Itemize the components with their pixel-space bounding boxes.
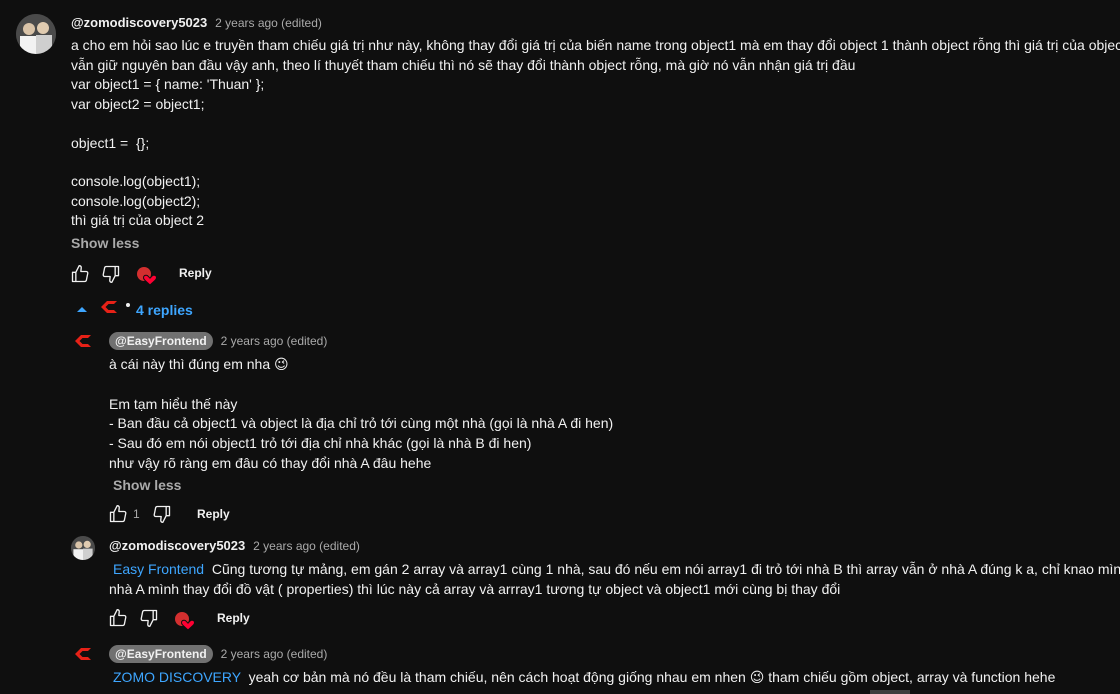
easyfrontend-avatar-icon[interactable] (72, 646, 94, 662)
comment-text-line: var object1 = { name: 'Thuan' }; (71, 76, 265, 92)
reply-author-badge[interactable]: @EasyFrontend (109, 332, 213, 350)
reply-text-line: ZOMO DISCOVERY yeah cơ bản mà nó đều là … (109, 668, 1055, 688)
reply-timestamp[interactable]: 2 years ago (edited) (221, 334, 328, 348)
chevron-up-icon[interactable] (76, 305, 88, 313)
thumbs-down-icon[interactable] (101, 264, 121, 284)
reply-text-line: như vậy rõ ràng em đâu có thay đổi nhà A… (109, 455, 432, 471)
reply-text: yeah cơ bản mà nó đều là tham chiếu, nên… (248, 669, 1056, 685)
thumbs-down-icon[interactable] (152, 504, 172, 524)
creator-heart-icon[interactable] (136, 266, 158, 286)
comment-author[interactable]: @zomodiscovery5023 (71, 15, 207, 30)
comment-header: @zomodiscovery5023 2 years ago (edited) (71, 14, 322, 30)
reply-text: Cũng tương tự mảng, em gán 2 array và ar… (211, 561, 1120, 577)
creator-heart-icon[interactable] (174, 611, 196, 631)
reply-author[interactable]: @zomodiscovery5023 (109, 538, 245, 553)
reply-header: @EasyFrontend 2 years ago (edited) (109, 332, 327, 350)
comment-text-line: vẫn giữ nguyên ban đầu vậy anh, theo lí … (71, 56, 856, 73)
replies-dot (126, 303, 130, 307)
reply-header: @EasyFrontend 2 years ago (edited) (109, 645, 327, 663)
reply-text-line: nhà A mình thay đổi đồ vật ( properties)… (109, 581, 841, 597)
comment-text-line: object1 = {}; (71, 134, 150, 151)
mention-link[interactable]: Easy Frontend (113, 561, 204, 577)
easyfrontend-logo-icon (101, 301, 117, 313)
avatar[interactable] (71, 536, 95, 560)
thumbs-up-icon[interactable] (108, 608, 128, 628)
comment-timestamp[interactable]: 2 years ago (edited) (215, 16, 322, 30)
thumbs-down-icon[interactable] (139, 608, 159, 628)
reply-text-line: - Sau đó em nói object1 trỏ tới địa chỉ … (109, 435, 532, 451)
thumbs-up-icon[interactable] (70, 264, 90, 284)
comment-text-line: var object2 = object1; (71, 95, 205, 112)
thumbs-up-icon[interactable] (108, 504, 128, 524)
reply-timestamp[interactable]: 2 years ago (edited) (221, 647, 328, 661)
show-less-button[interactable]: Show less (113, 477, 181, 493)
reply-timestamp[interactable]: 2 years ago (edited) (253, 539, 360, 553)
mention-link[interactable]: ZOMO DISCOVERY (113, 669, 241, 685)
replies-toggle-button[interactable]: 4 replies (136, 302, 193, 318)
reply-text-line: - Ban đầu cả object1 và object là địa ch… (109, 415, 614, 431)
like-count: 1 (133, 507, 140, 521)
reply-author-badge[interactable]: @EasyFrontend (109, 645, 213, 663)
reply-header: @zomodiscovery5023 2 years ago (edited) (109, 537, 360, 553)
avatar[interactable] (16, 14, 56, 54)
comment-text-line: console.log(object1); (71, 173, 201, 189)
reply-button[interactable]: Reply (217, 611, 250, 625)
reply-button[interactable]: Reply (179, 266, 212, 280)
reply-text-line: à cái này thì đúng em nha 😉 (109, 356, 289, 372)
comment-text-line: thì giá trị của object 2 (71, 212, 205, 228)
reply-button[interactable]: Reply (197, 507, 230, 521)
reply-text-line: Easy Frontend Cũng tương tự mảng, em gán… (109, 560, 1120, 580)
scroll-indicator (870, 690, 910, 694)
comment-text-line: a cho em hỏi sao lúc e truyền tham chiếu… (71, 37, 1120, 53)
comment-text-line: console.log(object2); (71, 192, 201, 209)
user-avatar-image (16, 14, 56, 54)
easyfrontend-avatar-icon[interactable] (72, 333, 94, 349)
reply-text-line: Em tạm hiểu thế này (109, 396, 238, 412)
show-less-button[interactable]: Show less (71, 235, 139, 251)
user-avatar-image (71, 536, 95, 560)
